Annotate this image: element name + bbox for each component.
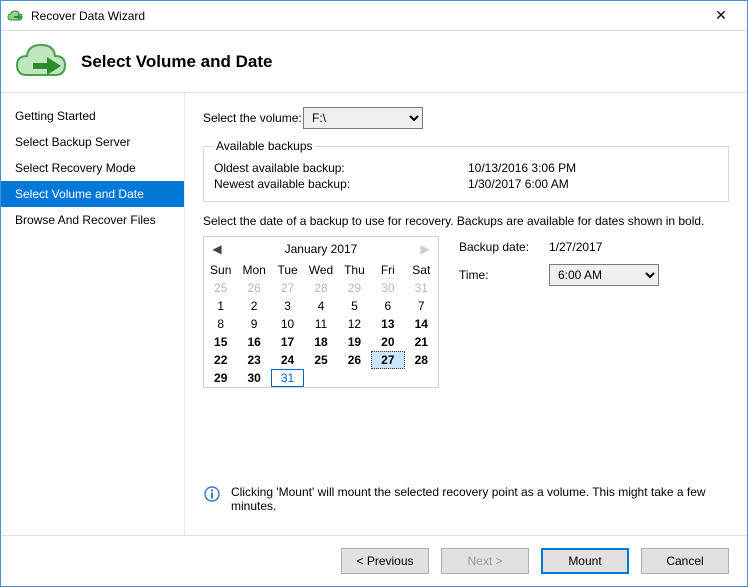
calendar-dow: Fri — [371, 261, 404, 279]
wizard-footer: < Previous Next > Mount Cancel — [1, 535, 747, 586]
calendar-day[interactable]: 20 — [371, 333, 404, 351]
calendar-day: 30 — [371, 279, 404, 297]
page-title: Select Volume and Date — [81, 52, 272, 72]
calendar-day[interactable]: 11 — [304, 315, 337, 333]
calendar-day[interactable]: 10 — [271, 315, 304, 333]
calendar-day[interactable]: 13 — [371, 315, 404, 333]
calendar-day[interactable]: 7 — [405, 297, 438, 315]
volume-select[interactable]: F:\ — [303, 107, 423, 129]
calendar-day: 28 — [304, 279, 337, 297]
calendar-day[interactable]: 27 — [371, 351, 404, 369]
calendar-dow: Wed — [304, 261, 337, 279]
calendar-dow: Sun — [204, 261, 237, 279]
app-cloud-icon — [7, 7, 25, 25]
step-select-backup-server[interactable]: Select Backup Server — [1, 129, 184, 155]
calendar-dow: Thu — [338, 261, 371, 279]
close-button[interactable]: ✕ — [701, 2, 741, 30]
mount-button[interactable]: Mount — [541, 548, 629, 574]
calendar-day: 29 — [338, 279, 371, 297]
calendar-day[interactable]: 5 — [338, 297, 371, 315]
calendar-day[interactable]: 21 — [405, 333, 438, 351]
calendar-day: 26 — [237, 279, 270, 297]
calendar-dow: Sat — [405, 261, 438, 279]
mount-info-note: Clicking 'Mount' will mount the selected… — [203, 479, 729, 525]
wizard-steps-sidebar: Getting Started Select Backup Server Sel… — [1, 93, 185, 535]
available-backups-group: Available backups Oldest available backu… — [203, 139, 729, 202]
cloud-recover-icon — [15, 41, 67, 83]
mount-info-text: Clicking 'Mount' will mount the selected… — [231, 485, 729, 513]
cancel-button[interactable]: Cancel — [641, 548, 729, 574]
step-browse-and-recover-files[interactable]: Browse And Recover Files — [1, 207, 184, 233]
calendar-prev-month-button[interactable]: ◀ — [206, 237, 228, 261]
available-backups-legend: Available backups — [214, 139, 315, 153]
calendar-day[interactable]: 1 — [204, 297, 237, 315]
time-select[interactable]: 6:00 AM — [549, 264, 659, 286]
calendar-day[interactable]: 3 — [271, 297, 304, 315]
calendar-day: 27 — [271, 279, 304, 297]
main-panel: Select the volume: F:\ Available backups… — [185, 93, 747, 535]
instruction-text: Select the date of a backup to use for r… — [203, 214, 729, 228]
calendar-day: 31 — [405, 279, 438, 297]
calendar-day[interactable]: 28 — [405, 351, 438, 369]
window-title: Recover Data Wizard — [31, 9, 701, 23]
calendar-grid: SunMonTueWedThuFriSat2526272829303112345… — [204, 261, 438, 387]
calendar-day[interactable]: 16 — [237, 333, 270, 351]
wizard-window: Recover Data Wizard ✕ Select Volume and … — [0, 0, 748, 587]
calendar-day[interactable]: 17 — [271, 333, 304, 351]
calendar-dow: Mon — [237, 261, 270, 279]
step-getting-started[interactable]: Getting Started — [1, 103, 184, 129]
calendar-day[interactable]: 8 — [204, 315, 237, 333]
calendar-day[interactable]: 6 — [371, 297, 404, 315]
wizard-body: Getting Started Select Backup Server Sel… — [1, 93, 747, 535]
calendar-day[interactable]: 30 — [237, 369, 270, 387]
backup-calendar: ◀ January 2017 ▶ SunMonTueWedThuFriSat25… — [203, 236, 439, 388]
calendar-day[interactable]: 15 — [204, 333, 237, 351]
newest-backup-value: 1/30/2017 6:00 AM — [468, 177, 569, 191]
calendar-day[interactable]: 26 — [338, 351, 371, 369]
calendar-day[interactable]: 22 — [204, 351, 237, 369]
calendar-day[interactable]: 23 — [237, 351, 270, 369]
calendar-dow: Tue — [271, 261, 304, 279]
step-select-volume-and-date[interactable]: Select Volume and Date — [1, 181, 184, 207]
calendar-next-month-button[interactable]: ▶ — [414, 237, 436, 261]
calendar-day[interactable]: 4 — [304, 297, 337, 315]
backup-date-value: 1/27/2017 — [549, 240, 602, 254]
calendar-day[interactable]: 14 — [405, 315, 438, 333]
calendar-day[interactable]: 18 — [304, 333, 337, 351]
calendar-day[interactable]: 31 — [271, 369, 304, 387]
previous-button[interactable]: < Previous — [341, 548, 429, 574]
calendar-day[interactable]: 12 — [338, 315, 371, 333]
calendar-day[interactable]: 24 — [271, 351, 304, 369]
next-button: Next > — [441, 548, 529, 574]
calendar-day[interactable]: 25 — [304, 351, 337, 369]
titlebar: Recover Data Wizard ✕ — [1, 1, 747, 31]
oldest-backup-label: Oldest available backup: — [214, 161, 468, 175]
calendar-day[interactable]: 19 — [338, 333, 371, 351]
time-label: Time: — [459, 268, 549, 282]
calendar-day[interactable]: 9 — [237, 315, 270, 333]
oldest-backup-value: 10/13/2016 3:06 PM — [468, 161, 576, 175]
wizard-header: Select Volume and Date — [1, 31, 747, 93]
select-volume-label: Select the volume: — [203, 111, 303, 125]
calendar-day[interactable]: 29 — [204, 369, 237, 387]
calendar-day: 25 — [204, 279, 237, 297]
calendar-month-label: January 2017 — [285, 242, 358, 256]
calendar-day[interactable]: 2 — [237, 297, 270, 315]
info-icon — [203, 485, 221, 503]
step-select-recovery-mode[interactable]: Select Recovery Mode — [1, 155, 184, 181]
backup-date-label: Backup date: — [459, 240, 549, 254]
newest-backup-label: Newest available backup: — [214, 177, 468, 191]
